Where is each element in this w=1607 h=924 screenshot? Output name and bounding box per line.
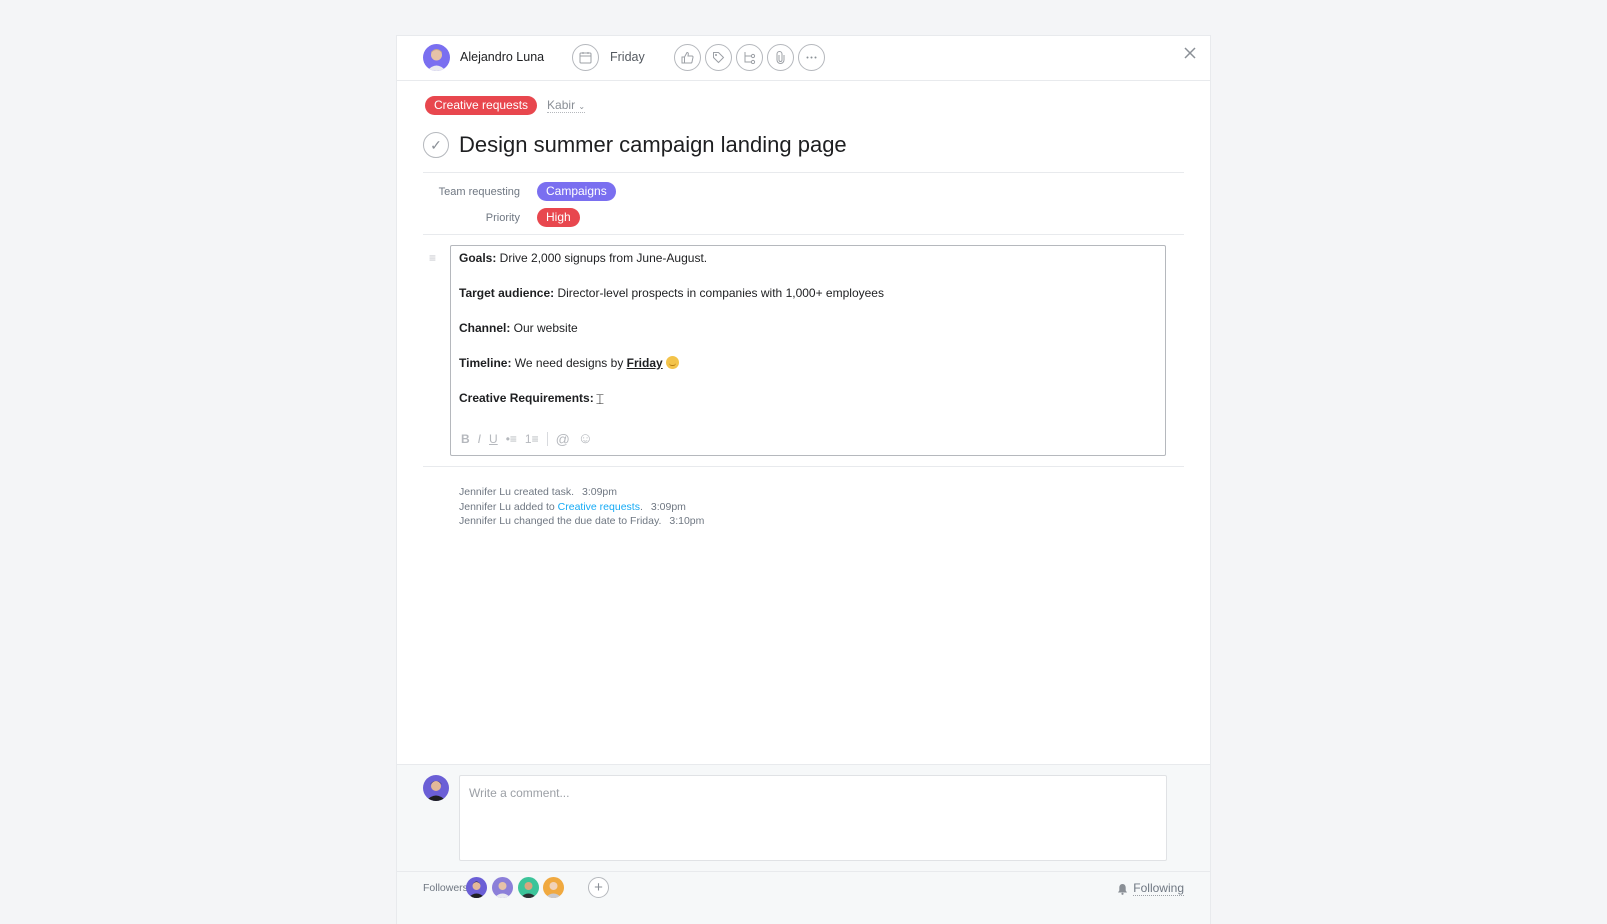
activity-text: Jennifer Lu changed the due date to Frid… <box>459 515 662 527</box>
underline-button[interactable]: U <box>489 432 498 446</box>
section-dropdown[interactable]: Kabir ⌄ <box>547 98 586 113</box>
label-timeline: Timeline: <box>459 356 512 370</box>
bold-button[interactable]: B <box>461 432 470 446</box>
field-value-campaigns[interactable]: Campaigns <box>537 182 616 201</box>
description-creative-requirements: Creative Requirements: ⌶ <box>459 391 1157 406</box>
activity-text: . <box>639 500 643 513</box>
divider <box>423 172 1184 173</box>
custom-field-priority: Priority High <box>423 208 580 227</box>
mark-complete-button[interactable]: ✓ <box>423 132 449 158</box>
paperclip-icon <box>776 51 785 64</box>
divider <box>423 234 1184 235</box>
followers-bar: Followers + Following <box>397 871 1210 903</box>
due-date-button[interactable] <box>572 44 599 71</box>
following-label: Following <box>1133 881 1184 896</box>
description-target-audience: Target audience: Director-level prospect… <box>459 286 1157 300</box>
attachment-button[interactable] <box>767 44 794 71</box>
following-toggle[interactable]: Following <box>1117 881 1184 896</box>
activity-time: 3:09pm <box>581 486 618 498</box>
field-label: Priority <box>485 211 520 224</box>
close-icon <box>1184 47 1196 59</box>
activity-text: Jennifer Lu created task. <box>459 486 574 498</box>
description-editor[interactable]: Goals: Drive 2,000 signups from June-Aug… <box>450 245 1166 456</box>
tag-icon <box>713 52 725 64</box>
bullet-list-button[interactable]: •≡ <box>506 432 517 446</box>
tag-button[interactable] <box>705 44 732 71</box>
task-toolbar: Alejandro Luna Friday <box>397 36 1210 81</box>
assignee-avatar[interactable] <box>423 44 450 71</box>
italic-button[interactable]: I <box>478 432 481 446</box>
close-button[interactable] <box>1184 42 1196 65</box>
add-follower-button[interactable]: + <box>588 877 609 898</box>
text-goals: Drive 2,000 signups from June-August. <box>496 251 708 265</box>
description-goals: Goals: Drive 2,000 signups from June-Aug… <box>459 251 1157 265</box>
grinning-face-icon <box>665 356 679 369</box>
task-title[interactable]: Design summer campaign landing page <box>459 132 847 158</box>
numbered-list-button[interactable]: 1≡ <box>525 432 539 446</box>
text-channel: Our website <box>510 321 578 335</box>
activity-time: 3:10pm <box>669 515 705 527</box>
divider <box>423 466 1184 467</box>
field-label: Team requesting <box>438 185 520 198</box>
ellipsis-icon <box>806 56 817 59</box>
more-button[interactable] <box>798 44 825 71</box>
plus-icon: + <box>594 879 603 896</box>
followers-label: Followers <box>423 882 468 894</box>
activity-item: Jennifer Lu created task. 3:09pm <box>459 485 704 500</box>
description-channel: Channel: Our website <box>459 321 1157 335</box>
mention-button[interactable]: @ <box>556 431 570 447</box>
thumbs-up-icon <box>681 51 694 64</box>
subtask-button[interactable] <box>736 44 763 71</box>
calendar-icon <box>579 52 592 64</box>
comment-composer: Followers + Following <box>397 764 1210 924</box>
field-value-high[interactable]: High <box>537 208 580 227</box>
check-icon: ✓ <box>430 136 442 153</box>
project-tag[interactable]: Creative requests <box>425 96 538 115</box>
due-date-label[interactable]: Friday <box>610 50 645 64</box>
toolbar-separator <box>546 431 548 446</box>
activity-feed: Jennifer Lu created task. 3:09pm Jennifer… <box>459 485 704 529</box>
subtask-icon <box>744 52 756 64</box>
activity-item: Jennifer Lu changed the due date to Frid… <box>459 514 704 529</box>
comment-input[interactable] <box>459 775 1167 861</box>
activity-item: Jennifer Lu added to Creative requests. 3… <box>459 500 704 515</box>
current-user-avatar <box>423 775 449 801</box>
activity-text: Jennifer Lu added to <box>459 500 558 513</box>
description-timeline: Timeline: We need designs by Friday <box>459 356 1157 370</box>
date-mention-link[interactable]: Friday <box>627 356 663 370</box>
label-goals: Goals: <box>459 251 497 265</box>
label-creative-requirements: Creative Requirements: <box>459 391 594 405</box>
like-button[interactable] <box>674 44 701 71</box>
text-timeline: We need designs by <box>511 356 627 370</box>
bell-icon <box>1118 883 1128 895</box>
activity-time: 3:09pm <box>650 500 686 513</box>
text-cursor-icon: ⌶ <box>595 391 605 407</box>
task-title-row: ✓ Design summer campaign landing page <box>423 132 847 158</box>
chevron-down-icon: ⌄ <box>578 102 586 111</box>
drag-handle-icon[interactable]: ≡ <box>429 251 436 265</box>
follower-avatar[interactable] <box>543 877 564 898</box>
assignee-name[interactable]: Alejandro Luna <box>460 50 544 64</box>
project-row: Creative requests Kabir ⌄ <box>425 96 586 115</box>
project-link[interactable]: Creative requests <box>558 501 640 513</box>
label-channel: Channel: <box>459 321 511 335</box>
formatting-toolbar: B I U •≡ 1≡ @ ☺ <box>461 430 593 447</box>
task-details-pane: Alejandro Luna Friday Creative requests … <box>396 35 1211 924</box>
label-target-audience: Target audience: <box>459 286 555 300</box>
follower-avatar[interactable] <box>492 877 513 898</box>
custom-field-team-requesting: Team requesting Campaigns <box>423 182 616 201</box>
follower-avatar[interactable] <box>466 877 487 898</box>
section-label: Kabir <box>547 98 576 112</box>
text-target-audience: Director-level prospects in companies wi… <box>554 286 884 300</box>
emoji-button[interactable]: ☺ <box>578 430 593 447</box>
follower-avatar[interactable] <box>518 877 539 898</box>
